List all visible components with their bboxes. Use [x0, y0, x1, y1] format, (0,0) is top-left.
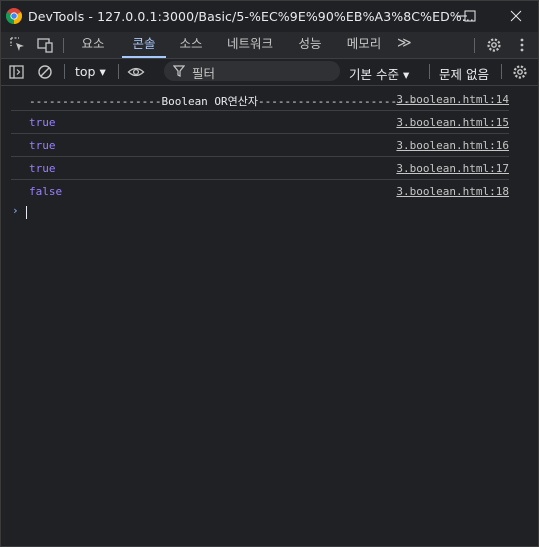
toolbar-divider: [118, 64, 119, 79]
tab-sources[interactable]: 소스: [172, 32, 210, 58]
console-message-text: true: [29, 139, 56, 152]
filter-icon: [173, 65, 185, 77]
filter-input[interactable]: 필터: [164, 61, 340, 81]
devtools-toolbar: 요소 콘솔 소스 네트워크 성능 메모리 ≫: [1, 32, 538, 59]
tab-memory[interactable]: 메모리: [340, 32, 388, 58]
tab-performance[interactable]: 성능: [291, 32, 329, 58]
close-icon[interactable]: [507, 7, 525, 25]
source-link[interactable]: 3.boolean.html:14: [396, 93, 509, 106]
sidebar-toggle-icon[interactable]: [8, 63, 26, 81]
source-link[interactable]: 3.boolean.html:16: [396, 139, 509, 152]
toolbar-divider: [429, 64, 430, 79]
tab-console[interactable]: 콘솔: [122, 32, 166, 58]
context-selector[interactable]: top ▾: [75, 64, 106, 79]
inspect-element-icon[interactable]: [9, 36, 27, 54]
title-bar: DevTools - 127.0.0.1:3000/Basic/5-%EC%9E…: [1, 1, 538, 32]
console-message: true 3.boolean.html:16: [11, 134, 509, 157]
more-tabs-icon[interactable]: ≫: [397, 35, 412, 51]
console-message: true 3.boolean.html:15: [11, 111, 509, 134]
toolbar-divider: [474, 38, 475, 53]
console-message-text: false: [29, 185, 63, 198]
console-toolbar: top ▾ 필터 기본 수준 ▾ 문제 없음: [1, 59, 538, 86]
toolbar-divider: [63, 38, 64, 53]
console-message: false 3.boolean.html:18: [11, 180, 509, 202]
more-options-icon[interactable]: [513, 36, 531, 54]
filter-placeholder: 필터: [192, 66, 216, 81]
console-output: --------------------Boolean OR연산자-------…: [1, 86, 538, 546]
chrome-logo-icon: [6, 8, 22, 24]
source-link[interactable]: 3.boolean.html:17: [396, 162, 509, 175]
settings-gear-icon[interactable]: [485, 36, 503, 54]
clear-console-icon[interactable]: [36, 63, 54, 81]
eye-icon[interactable]: [127, 63, 145, 81]
toolbar-divider: [64, 64, 65, 79]
source-link[interactable]: 3.boolean.html:18: [396, 185, 509, 198]
source-link[interactable]: 3.boolean.html:15: [396, 116, 509, 129]
log-levels-dropdown[interactable]: 기본 수준 ▾: [349, 64, 409, 83]
issues-counter[interactable]: 문제 없음: [439, 64, 489, 83]
console-message: true 3.boolean.html:17: [11, 157, 509, 180]
console-message: --------------------Boolean OR연산자-------…: [11, 88, 509, 111]
toolbar-divider: [501, 64, 502, 79]
console-message-text: --------------------Boolean OR연산자-------…: [29, 95, 417, 108]
window-title: DevTools - 127.0.0.1:3000/Basic/5-%EC%9E…: [28, 9, 475, 24]
prompt-chevron-icon: ›: [12, 204, 19, 217]
console-settings-icon[interactable]: [511, 63, 529, 81]
maximize-icon[interactable]: [461, 7, 479, 25]
tab-elements[interactable]: 요소: [75, 32, 111, 58]
console-input[interactable]: [26, 206, 27, 219]
console-message-text: true: [29, 116, 56, 129]
device-toolbar-icon[interactable]: [36, 36, 54, 54]
console-message-text: true: [29, 162, 56, 175]
tab-network[interactable]: 네트워크: [221, 32, 279, 58]
